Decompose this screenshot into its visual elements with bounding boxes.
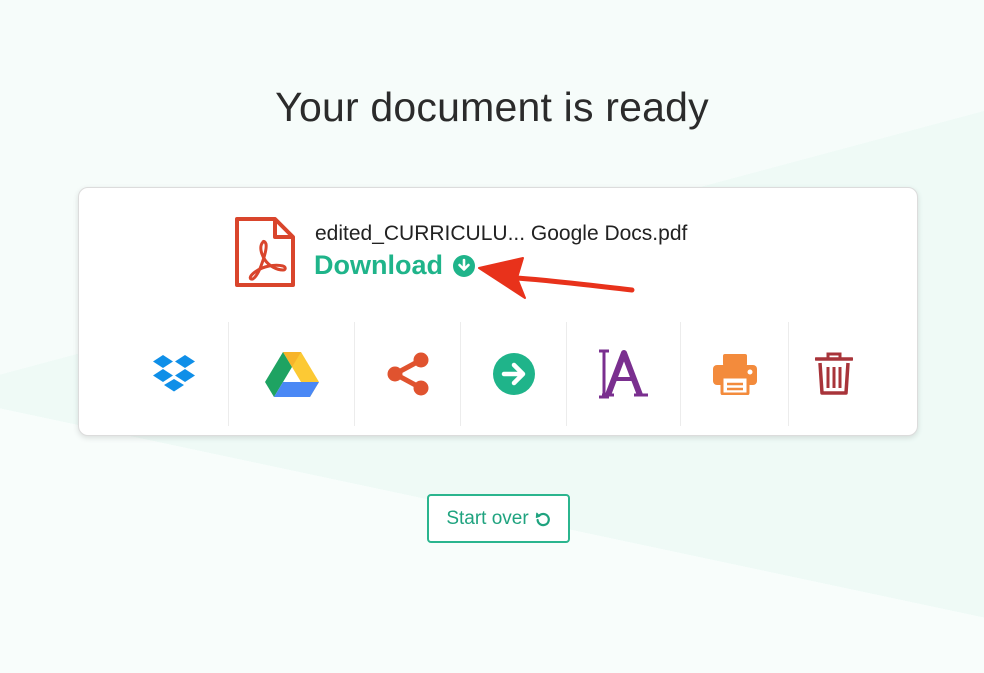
share-button[interactable] <box>355 322 461 426</box>
google-drive-icon <box>264 352 319 397</box>
dropbox-icon <box>152 355 195 392</box>
download-label: Download <box>314 250 443 280</box>
action-bar <box>119 322 879 426</box>
result-card: edited_CURRICULU... Google Docs.pdf Down… <box>78 187 918 436</box>
share-icon <box>387 352 428 396</box>
annotation-arrow <box>478 257 635 299</box>
google-drive-button[interactable] <box>229 322 355 426</box>
download-link[interactable]: Download <box>314 250 475 281</box>
printer-icon <box>712 354 757 395</box>
delete-button[interactable] <box>789 322 879 426</box>
dropbox-button[interactable] <box>119 322 229 426</box>
trash-icon <box>815 352 853 395</box>
reset-icon <box>535 512 550 526</box>
print-button[interactable] <box>681 322 789 426</box>
text-recognition-icon <box>598 349 648 399</box>
arrow-right-circle-icon <box>492 353 535 395</box>
download-circle-icon <box>453 254 475 277</box>
page-title: Your document is ready <box>275 84 709 130</box>
start-over-label: Start over <box>446 507 529 529</box>
ocr-button[interactable] <box>567 322 681 426</box>
start-over-button[interactable]: Start over <box>427 494 570 543</box>
continue-button[interactable] <box>461 322 567 426</box>
file-name: edited_CURRICULU... Google Docs.pdf <box>315 222 688 245</box>
pdf-file-icon <box>235 217 295 287</box>
